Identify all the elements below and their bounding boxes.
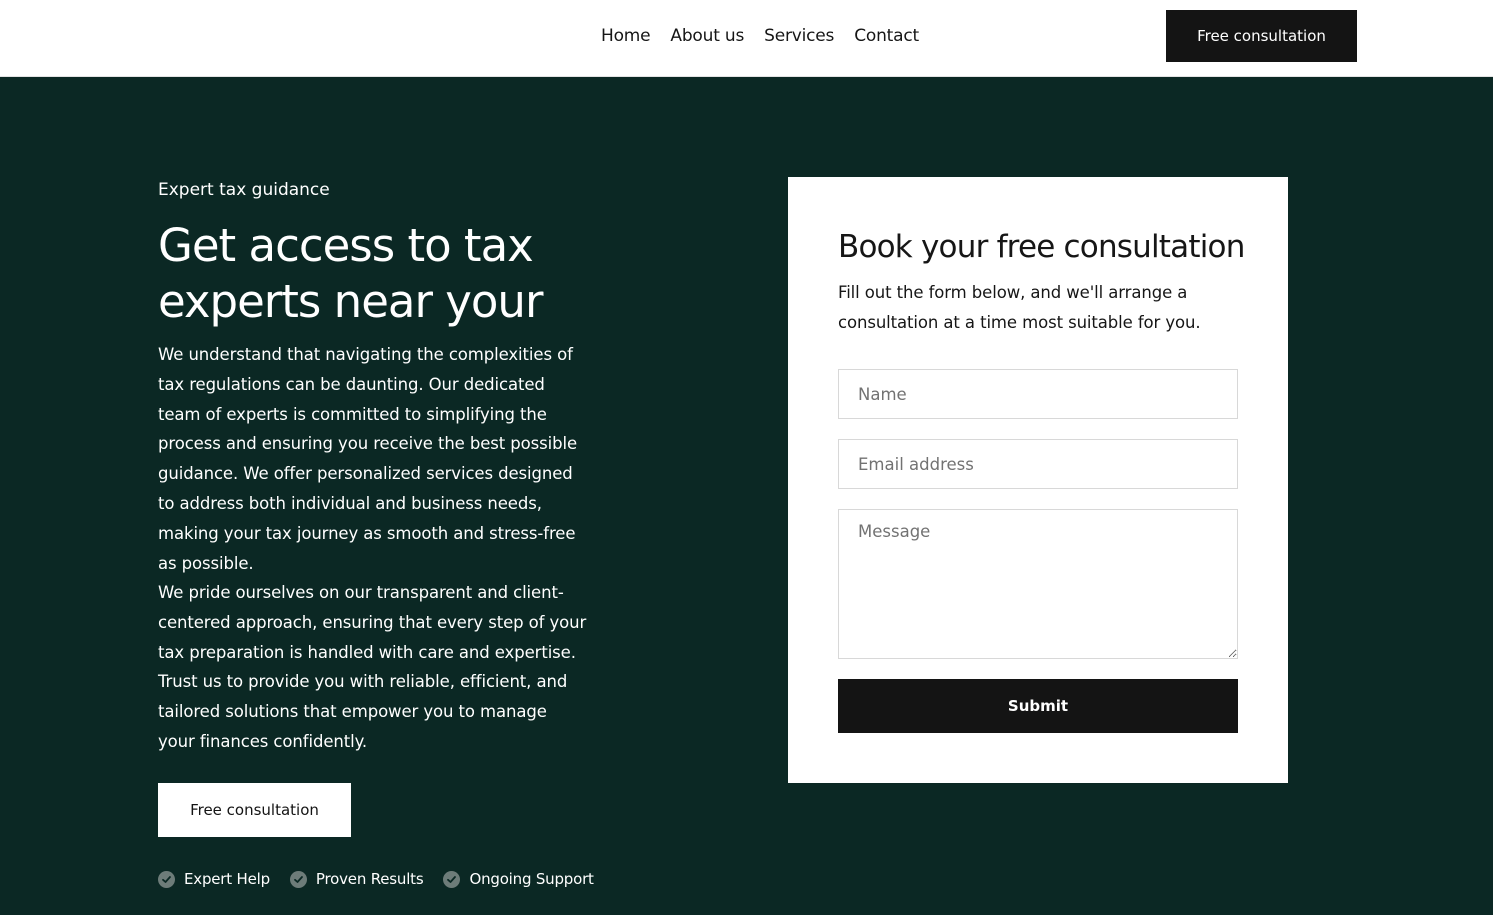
check-circle-icon [289,870,307,888]
hero-title: Get access to tax experts near your [158,219,543,328]
email-field[interactable] [838,439,1238,489]
nav-link-home[interactable]: Home [601,24,651,48]
form-description: Fill out the form below, and we'll arran… [838,283,1201,332]
hero-eyebrow: Expert tax guidance [158,180,330,200]
nav-link-contact[interactable]: Contact [854,24,919,48]
name-field[interactable] [838,369,1238,419]
feature-item: Proven Results [289,867,424,891]
feature-list: Expert Help Proven Results Ongoing Suppo… [158,867,594,891]
feature-label: Expert Help [184,870,270,888]
header-free-consultation-button[interactable]: Free consultation [1166,10,1357,62]
feature-item: Expert Help [158,867,270,891]
message-field[interactable] [838,509,1238,659]
consultation-form-card: Book your free consultation Fill out the… [788,177,1288,783]
check-circle-icon [158,870,175,888]
feature-label: Ongoing Support [469,870,594,888]
site-header: Home About us Services Contact Free cons… [0,0,1493,77]
nav-link-about-us[interactable]: About us [670,24,744,48]
nav-link-services[interactable]: Services [764,24,834,48]
feature-label: Proven Results [315,870,424,888]
check-circle-icon [443,870,461,888]
form-title: Book your free consultation [838,229,1245,265]
submit-button[interactable]: Submit [838,679,1238,733]
hero-paragraph-2: We pride ourselves on our transparent an… [158,583,587,751]
hero-free-consultation-button[interactable]: Free consultation [158,783,351,837]
feature-item: Ongoing Support [443,867,594,891]
main-nav: Home About us Services Contact [601,24,919,48]
hero-paragraph-1: We understand that navigating the comple… [158,345,578,573]
